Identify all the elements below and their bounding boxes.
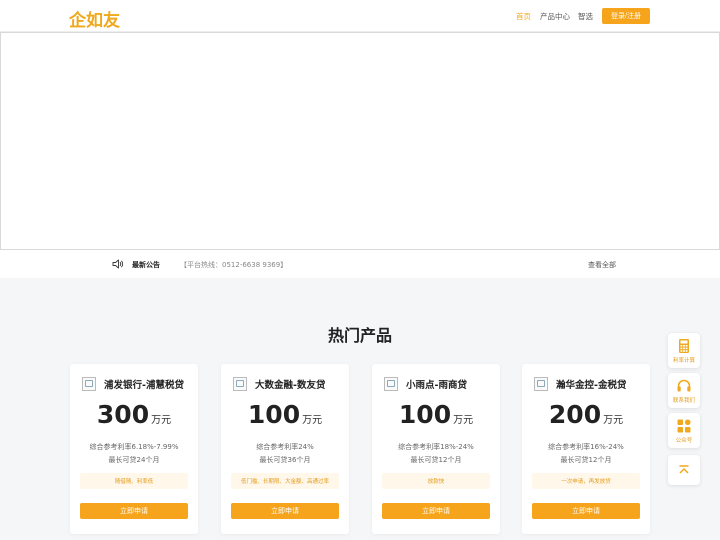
amount-unit: 万元 — [151, 415, 172, 426]
top-header: 企如友 首页 产品中心 智选 登录/注册 — [0, 0, 720, 32]
interest-rate: 综合参考利率6.18%-7.99% — [89, 443, 179, 451]
amount-unit: 万元 — [302, 415, 323, 426]
product-name: 浦发银行-浦慧税贷 — [104, 380, 184, 391]
interest-rate: 综合参考利率24% — [256, 443, 314, 451]
headset-icon — [677, 379, 691, 392]
product-card[interactable]: 瀚华金控-金税贷 200 万元 综合参考利率16%-24% 最长可贷12个月 一次… — [522, 364, 650, 534]
calculator-icon — [679, 339, 689, 353]
interest-rate: 综合参考利率18%-24% — [398, 443, 474, 451]
notice-bar: 最新公告 【平台热线：0512-6638 9369】 查看全部 — [0, 250, 720, 278]
float-label: 联系我们 — [672, 398, 695, 404]
product-tags: 随借随、利率低 — [80, 473, 188, 489]
notice-title: 最新公告 — [132, 261, 160, 269]
grid-icon — [677, 419, 691, 433]
site-logo[interactable]: 企如友 — [69, 6, 120, 31]
broken-image-icon — [384, 377, 398, 391]
interest-rate: 综合参考利率16%-24% — [548, 443, 624, 451]
nav-smart-wrap: 智选 — [578, 0, 593, 32]
card-header: 大数金融-数友贷 — [233, 376, 339, 392]
product-card[interactable]: 大数金融-数友贷 100 万元 综合参考利率24% 最长可贷36个月 低门槛、长期… — [221, 364, 349, 534]
section-title: 热门产品 — [327, 326, 392, 345]
nav-products-wrap: 产品中心 — [540, 0, 570, 32]
apply-button[interactable]: 立即申请 — [532, 503, 640, 519]
speaker-icon — [112, 259, 124, 269]
loan-term: 最长可贷36个月 — [259, 456, 311, 464]
contact-us-button[interactable]: 联系我们 — [668, 373, 700, 408]
product-tags: 一次申请，再发放贷 — [532, 473, 640, 489]
loan-term: 最长可贷24个月 — [108, 456, 160, 464]
loan-term: 最长可贷12个月 — [560, 456, 612, 464]
apply-button[interactable]: 立即申请 — [231, 503, 339, 519]
amount-value: 300 — [96, 400, 150, 429]
broken-image-icon — [233, 377, 247, 391]
loan-amount: 200 万元 — [522, 400, 650, 429]
nav-smart-select[interactable]: 智选 — [578, 11, 593, 22]
amount-unit: 万元 — [453, 415, 474, 426]
back-to-top-button[interactable] — [668, 455, 700, 485]
product-card[interactable]: 小雨点-雨商贷 100 万元 综合参考利率18%-24% 最长可贷12个月 放款快… — [372, 364, 500, 534]
hero-banner[interactable] — [0, 32, 720, 250]
float-label: 利率计算 — [672, 358, 695, 364]
rate-calculator-button[interactable]: 利率计算 — [668, 333, 700, 368]
loan-amount: 100 万元 — [221, 400, 349, 429]
product-card[interactable]: 浦发银行-浦慧税贷 300 万元 综合参考利率6.18%-7.99% 最长可贷24… — [70, 364, 198, 534]
view-all-link[interactable]: 查看全部 — [588, 260, 616, 270]
loan-amount: 100 万元 — [372, 400, 500, 429]
loan-term: 最长可贷12个月 — [410, 456, 462, 464]
apply-button[interactable]: 立即申请 — [382, 503, 490, 519]
nav-home[interactable]: 首页 — [516, 11, 531, 22]
float-label: 公众号 — [675, 438, 693, 444]
loan-amount: 300 万元 — [70, 400, 198, 429]
product-tags: 低门槛、长期限、大金额、高通过率 — [231, 473, 339, 489]
amount-value: 100 — [398, 400, 452, 429]
product-name: 瀚华金控-金税贷 — [556, 380, 627, 391]
amount-unit: 万元 — [603, 415, 624, 426]
card-header: 瀚华金控-金税贷 — [534, 376, 640, 392]
nav-product-center[interactable]: 产品中心 — [540, 11, 570, 22]
broken-image-icon — [534, 377, 548, 391]
product-name: 小雨点-雨商贷 — [406, 380, 467, 391]
broken-image-icon — [82, 377, 96, 391]
notice-text[interactable]: 【平台热线：0512-6638 9369】 — [180, 260, 287, 270]
product-name: 大数金融-数友贷 — [255, 380, 326, 391]
back-to-top-icon — [679, 465, 689, 474]
nav-home-wrap: 首页 — [516, 0, 531, 32]
product-tags: 放款快 — [382, 473, 490, 489]
login-register-button[interactable]: 登录/注册 — [602, 8, 650, 24]
card-header: 浦发银行-浦慧税贷 — [82, 376, 188, 392]
amount-value: 100 — [247, 400, 301, 429]
apply-button[interactable]: 立即申请 — [80, 503, 188, 519]
card-header: 小雨点-雨商贷 — [384, 376, 490, 392]
wechat-account-button[interactable]: 公众号 — [668, 413, 700, 448]
amount-value: 200 — [548, 400, 602, 429]
